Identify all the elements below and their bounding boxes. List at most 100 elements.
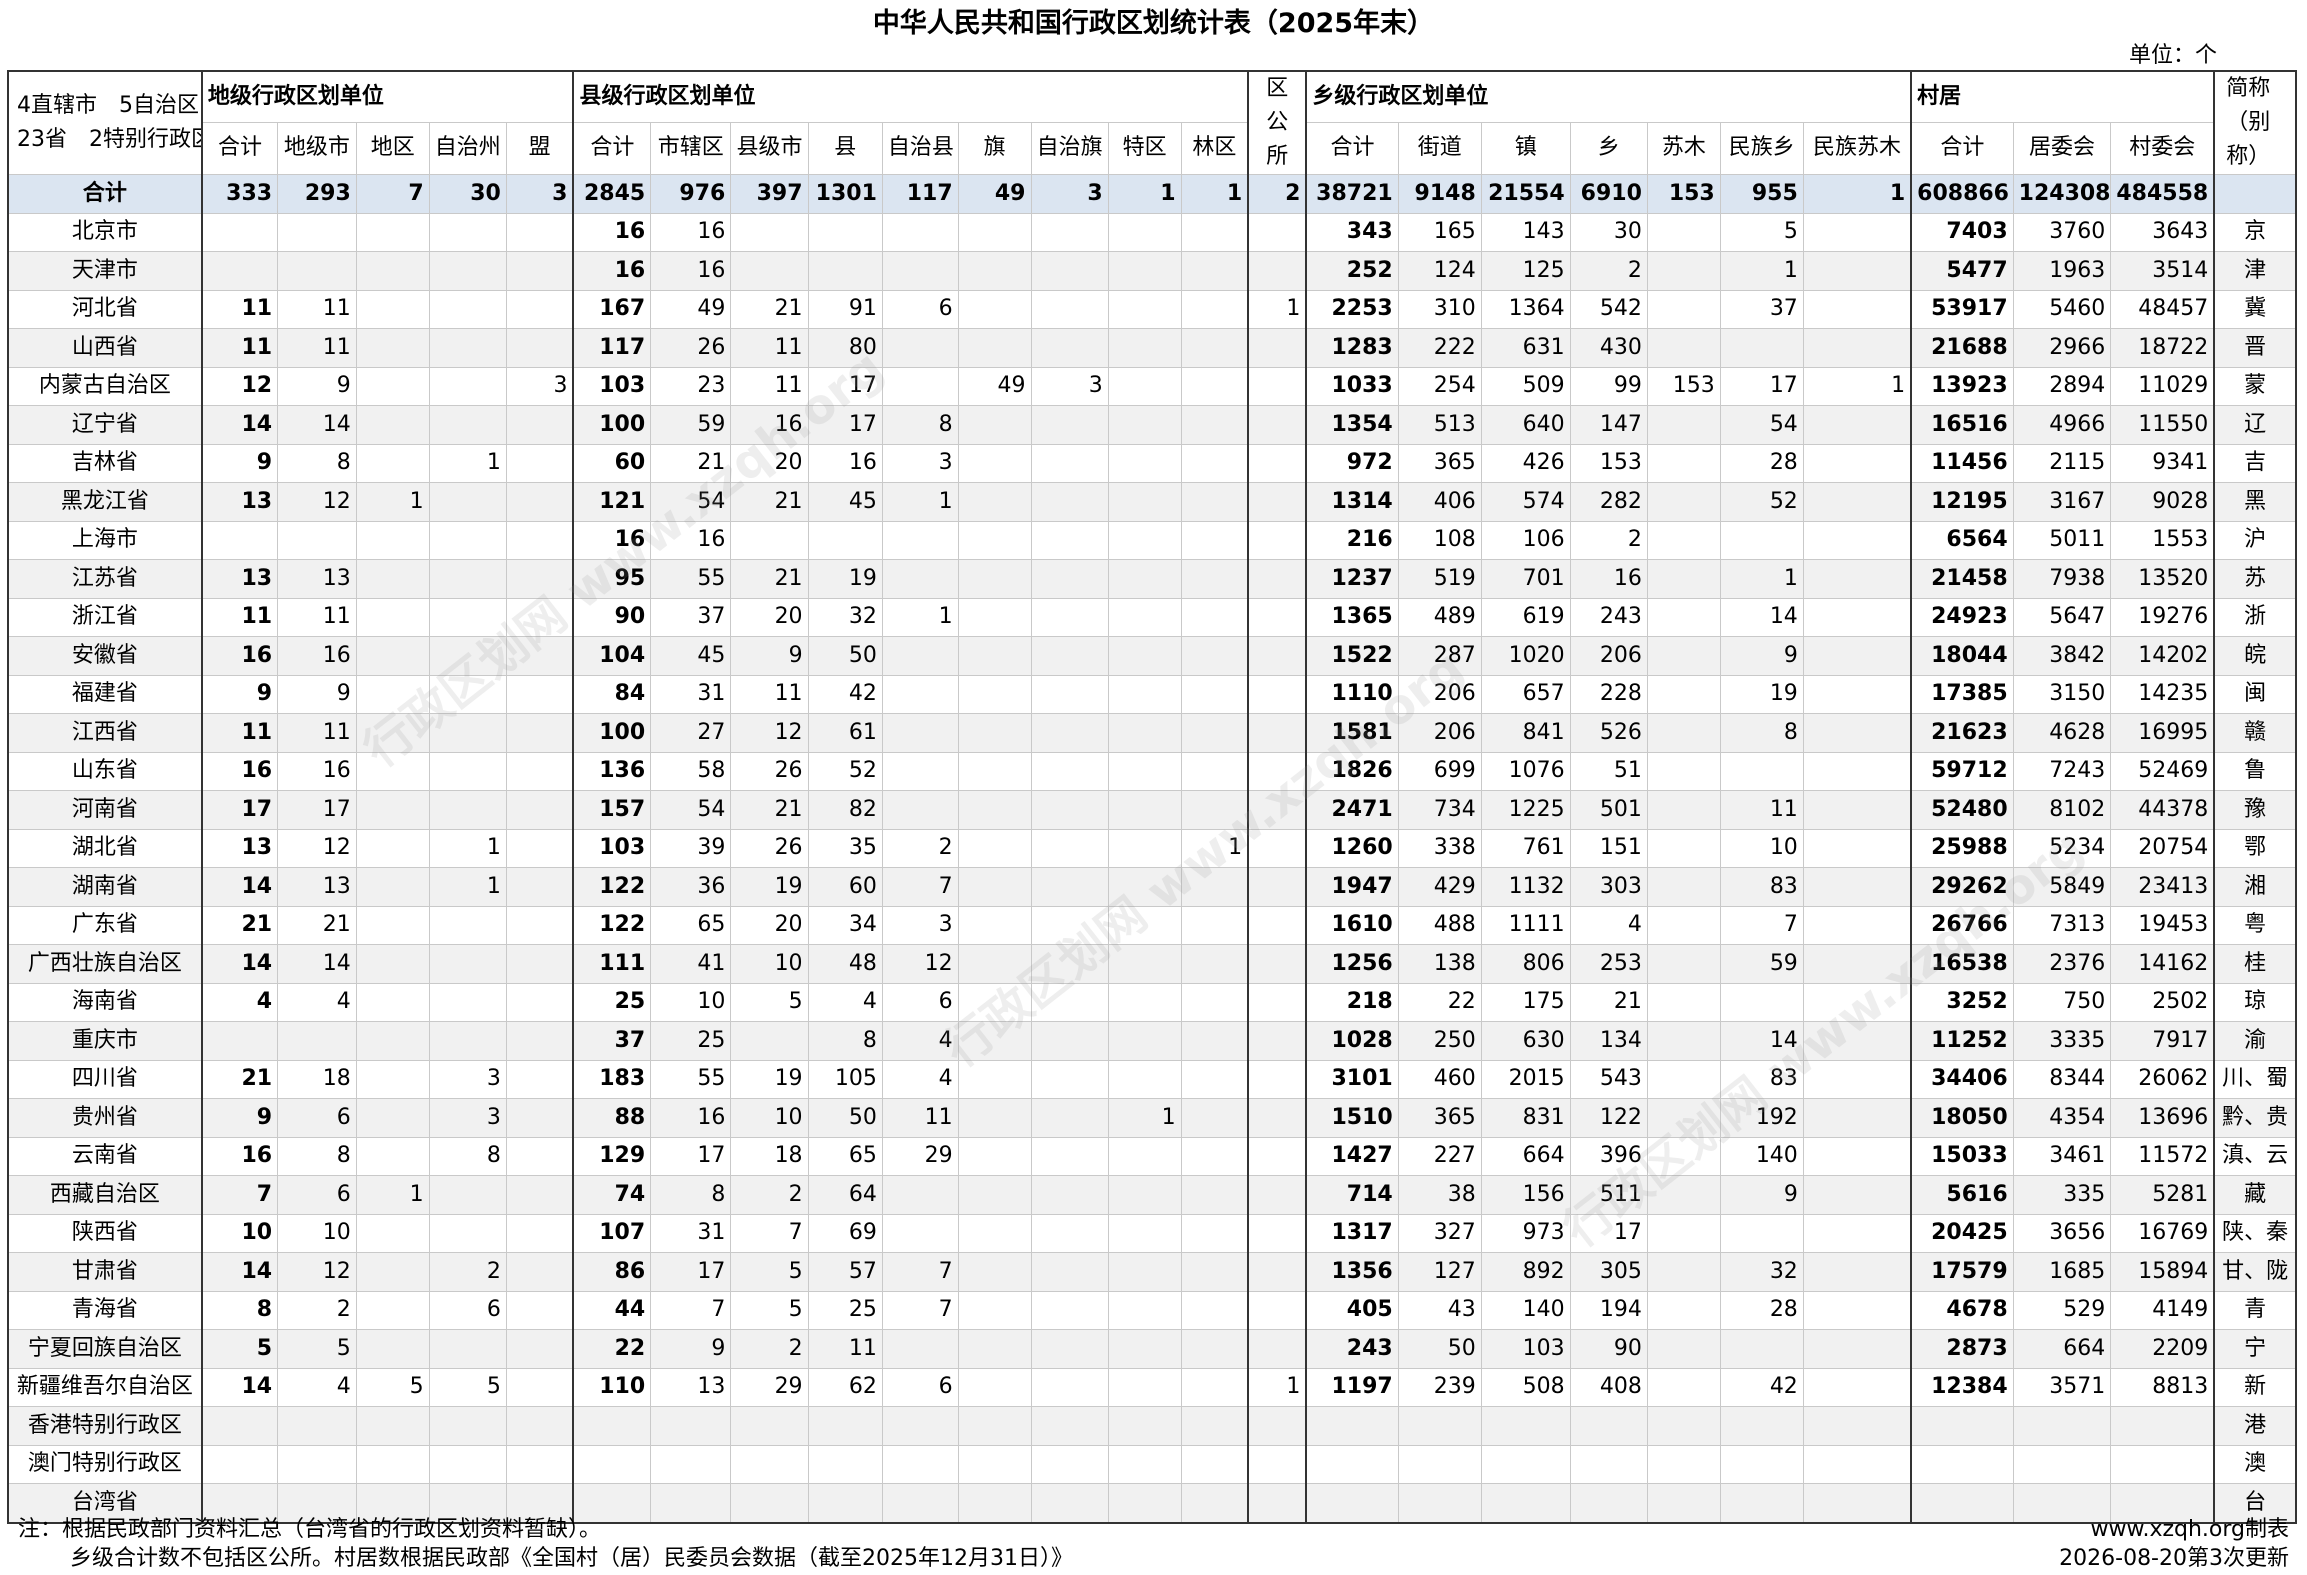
cell-c-3: 65 bbox=[807, 1136, 883, 1176]
cell-t-5: 59 bbox=[1719, 944, 1804, 984]
cell-district-office: 1 bbox=[1247, 1367, 1307, 1407]
cell-p-2 bbox=[355, 790, 430, 830]
subheader-village-1: 居委会 bbox=[2012, 121, 2112, 176]
region-name: 海南省 bbox=[7, 982, 203, 1022]
cell-p-3 bbox=[428, 944, 507, 984]
cell-v-0: 608866 bbox=[1910, 174, 2014, 214]
cell-c-8 bbox=[1180, 1059, 1249, 1099]
cell-p-0: 13 bbox=[200, 482, 279, 522]
region-name: 山东省 bbox=[7, 751, 203, 791]
cell-t-2: 701 bbox=[1480, 559, 1571, 599]
cell-c-3: 91 bbox=[807, 289, 883, 329]
cell-p-4: 3 bbox=[505, 174, 574, 214]
cell-c-3 bbox=[807, 1483, 883, 1524]
group-township: 乡级行政区划单位 bbox=[1305, 70, 1912, 123]
cell-t-5: 32 bbox=[1719, 1252, 1804, 1292]
cell-c-7 bbox=[1107, 1483, 1182, 1524]
cell-t-5: 28 bbox=[1719, 443, 1804, 483]
subheader-township-6: 民族苏木 bbox=[1802, 121, 1912, 176]
cell-c-4: 6 bbox=[881, 1367, 959, 1407]
cell-t-6: 1 bbox=[1802, 366, 1912, 406]
cell-district-office bbox=[1247, 405, 1307, 445]
cell-v-1: 4966 bbox=[2012, 405, 2112, 445]
cell-p-3 bbox=[428, 212, 507, 252]
unit-label: 单位：个 bbox=[2128, 43, 2217, 68]
cell-c-5 bbox=[957, 251, 1032, 291]
region-abbr bbox=[2213, 174, 2297, 214]
cell-c-5 bbox=[957, 212, 1032, 252]
cell-c-3: 62 bbox=[807, 1367, 883, 1407]
cell-t-5: 54 bbox=[1719, 405, 1804, 445]
cell-p-1: 12 bbox=[277, 1252, 357, 1292]
cell-c-4 bbox=[881, 520, 959, 560]
cell-v-0: 59712 bbox=[1910, 751, 2014, 791]
cell-c-4: 3 bbox=[881, 443, 959, 483]
note-line-2: 乡级合计数不包括区公所。村居数根据民政部《全国村（居）民委员会数据（截至2025… bbox=[70, 1546, 1073, 1571]
cell-p-1: 12 bbox=[277, 828, 357, 868]
cell-c-0: 37 bbox=[572, 1021, 652, 1061]
cell-p-1: 4 bbox=[277, 982, 357, 1022]
subheader-township-0: 合计 bbox=[1305, 121, 1399, 176]
cell-p-3 bbox=[428, 1021, 507, 1061]
cell-p-3 bbox=[428, 251, 507, 291]
subheader-prefecture-1: 地级市 bbox=[277, 121, 357, 176]
cell-t-1: 489 bbox=[1397, 597, 1482, 637]
cell-p-4 bbox=[505, 867, 574, 907]
cell-c-8 bbox=[1180, 905, 1249, 945]
update-date: 2026-08-20第3次更新 bbox=[2059, 1546, 2289, 1571]
region-name: 甘肃省 bbox=[7, 1252, 203, 1292]
cell-v-2: 9341 bbox=[2110, 443, 2215, 483]
cell-v-2: 26062 bbox=[2110, 1059, 2215, 1099]
cell-v-0: 7403 bbox=[1910, 212, 2014, 252]
cell-t-3: 99 bbox=[1569, 366, 1648, 406]
cell-p-3: 1 bbox=[428, 867, 507, 907]
region-name: 云南省 bbox=[7, 1136, 203, 1176]
cell-p-0: 16 bbox=[200, 751, 279, 791]
cell-c-6 bbox=[1030, 1175, 1109, 1215]
cell-t-1 bbox=[1397, 1444, 1482, 1484]
cell-c-7 bbox=[1107, 1136, 1182, 1176]
cell-v-2: 11572 bbox=[2110, 1136, 2215, 1176]
cell-p-0: 5 bbox=[200, 1329, 279, 1369]
cell-c-5 bbox=[957, 828, 1032, 868]
cell-v-1: 3842 bbox=[2012, 636, 2112, 676]
cell-c-1: 10 bbox=[650, 982, 732, 1022]
cell-t-3: 408 bbox=[1569, 1367, 1648, 1407]
cell-c-8 bbox=[1180, 251, 1249, 291]
cell-t-6 bbox=[1802, 520, 1912, 560]
table-row: 贵州省 9 6 3 88 16 10 50 11 1 1510 365 831 122 192 18050 43… bbox=[7, 1098, 2297, 1138]
cell-v-0: 15033 bbox=[1910, 1136, 2014, 1176]
cell-p-4 bbox=[505, 1175, 574, 1215]
cell-c-1: 65 bbox=[650, 905, 732, 945]
cell-c-7: 1 bbox=[1107, 1098, 1182, 1138]
cell-t-4 bbox=[1646, 1213, 1721, 1253]
region-abbr: 浙 bbox=[2213, 597, 2297, 637]
cell-t-2: 1132 bbox=[1480, 867, 1571, 907]
cell-t-4 bbox=[1646, 1406, 1721, 1446]
cell-c-0 bbox=[572, 1406, 652, 1446]
cell-district-office bbox=[1247, 559, 1307, 599]
cell-t-5: 14 bbox=[1719, 597, 1804, 637]
table-row: 安徽省 16 16 104 45 9 50 1522 287 1020 206 9 18044 3842 1… bbox=[7, 636, 2297, 676]
region-abbr: 津 bbox=[2213, 251, 2297, 291]
region-name: 辽宁省 bbox=[7, 405, 203, 445]
cell-c-1: 31 bbox=[650, 1213, 732, 1253]
cell-t-4 bbox=[1646, 674, 1721, 714]
cell-c-0: 167 bbox=[572, 289, 652, 329]
cell-p-2: 7 bbox=[355, 174, 430, 214]
cell-t-6 bbox=[1802, 1136, 1912, 1176]
cell-t-4 bbox=[1646, 289, 1721, 329]
subheader-prefecture-4: 盟 bbox=[505, 121, 574, 176]
cell-c-8 bbox=[1180, 597, 1249, 637]
cell-c-8 bbox=[1180, 328, 1249, 368]
cell-c-5 bbox=[957, 405, 1032, 445]
table-row: 山东省 16 16 136 58 26 52 1826 699 1076 51 59712 7243 52… bbox=[7, 751, 2297, 791]
region-name: 广西壮族自治区 bbox=[7, 944, 203, 984]
cell-c-2: 9 bbox=[730, 636, 809, 676]
cell-v-0: 5477 bbox=[1910, 251, 2014, 291]
cell-t-3: 2 bbox=[1569, 520, 1648, 560]
cell-c-6 bbox=[1030, 1059, 1109, 1099]
cell-c-1: 7 bbox=[650, 1290, 732, 1330]
cell-c-2 bbox=[730, 212, 809, 252]
cell-p-2 bbox=[355, 328, 430, 368]
